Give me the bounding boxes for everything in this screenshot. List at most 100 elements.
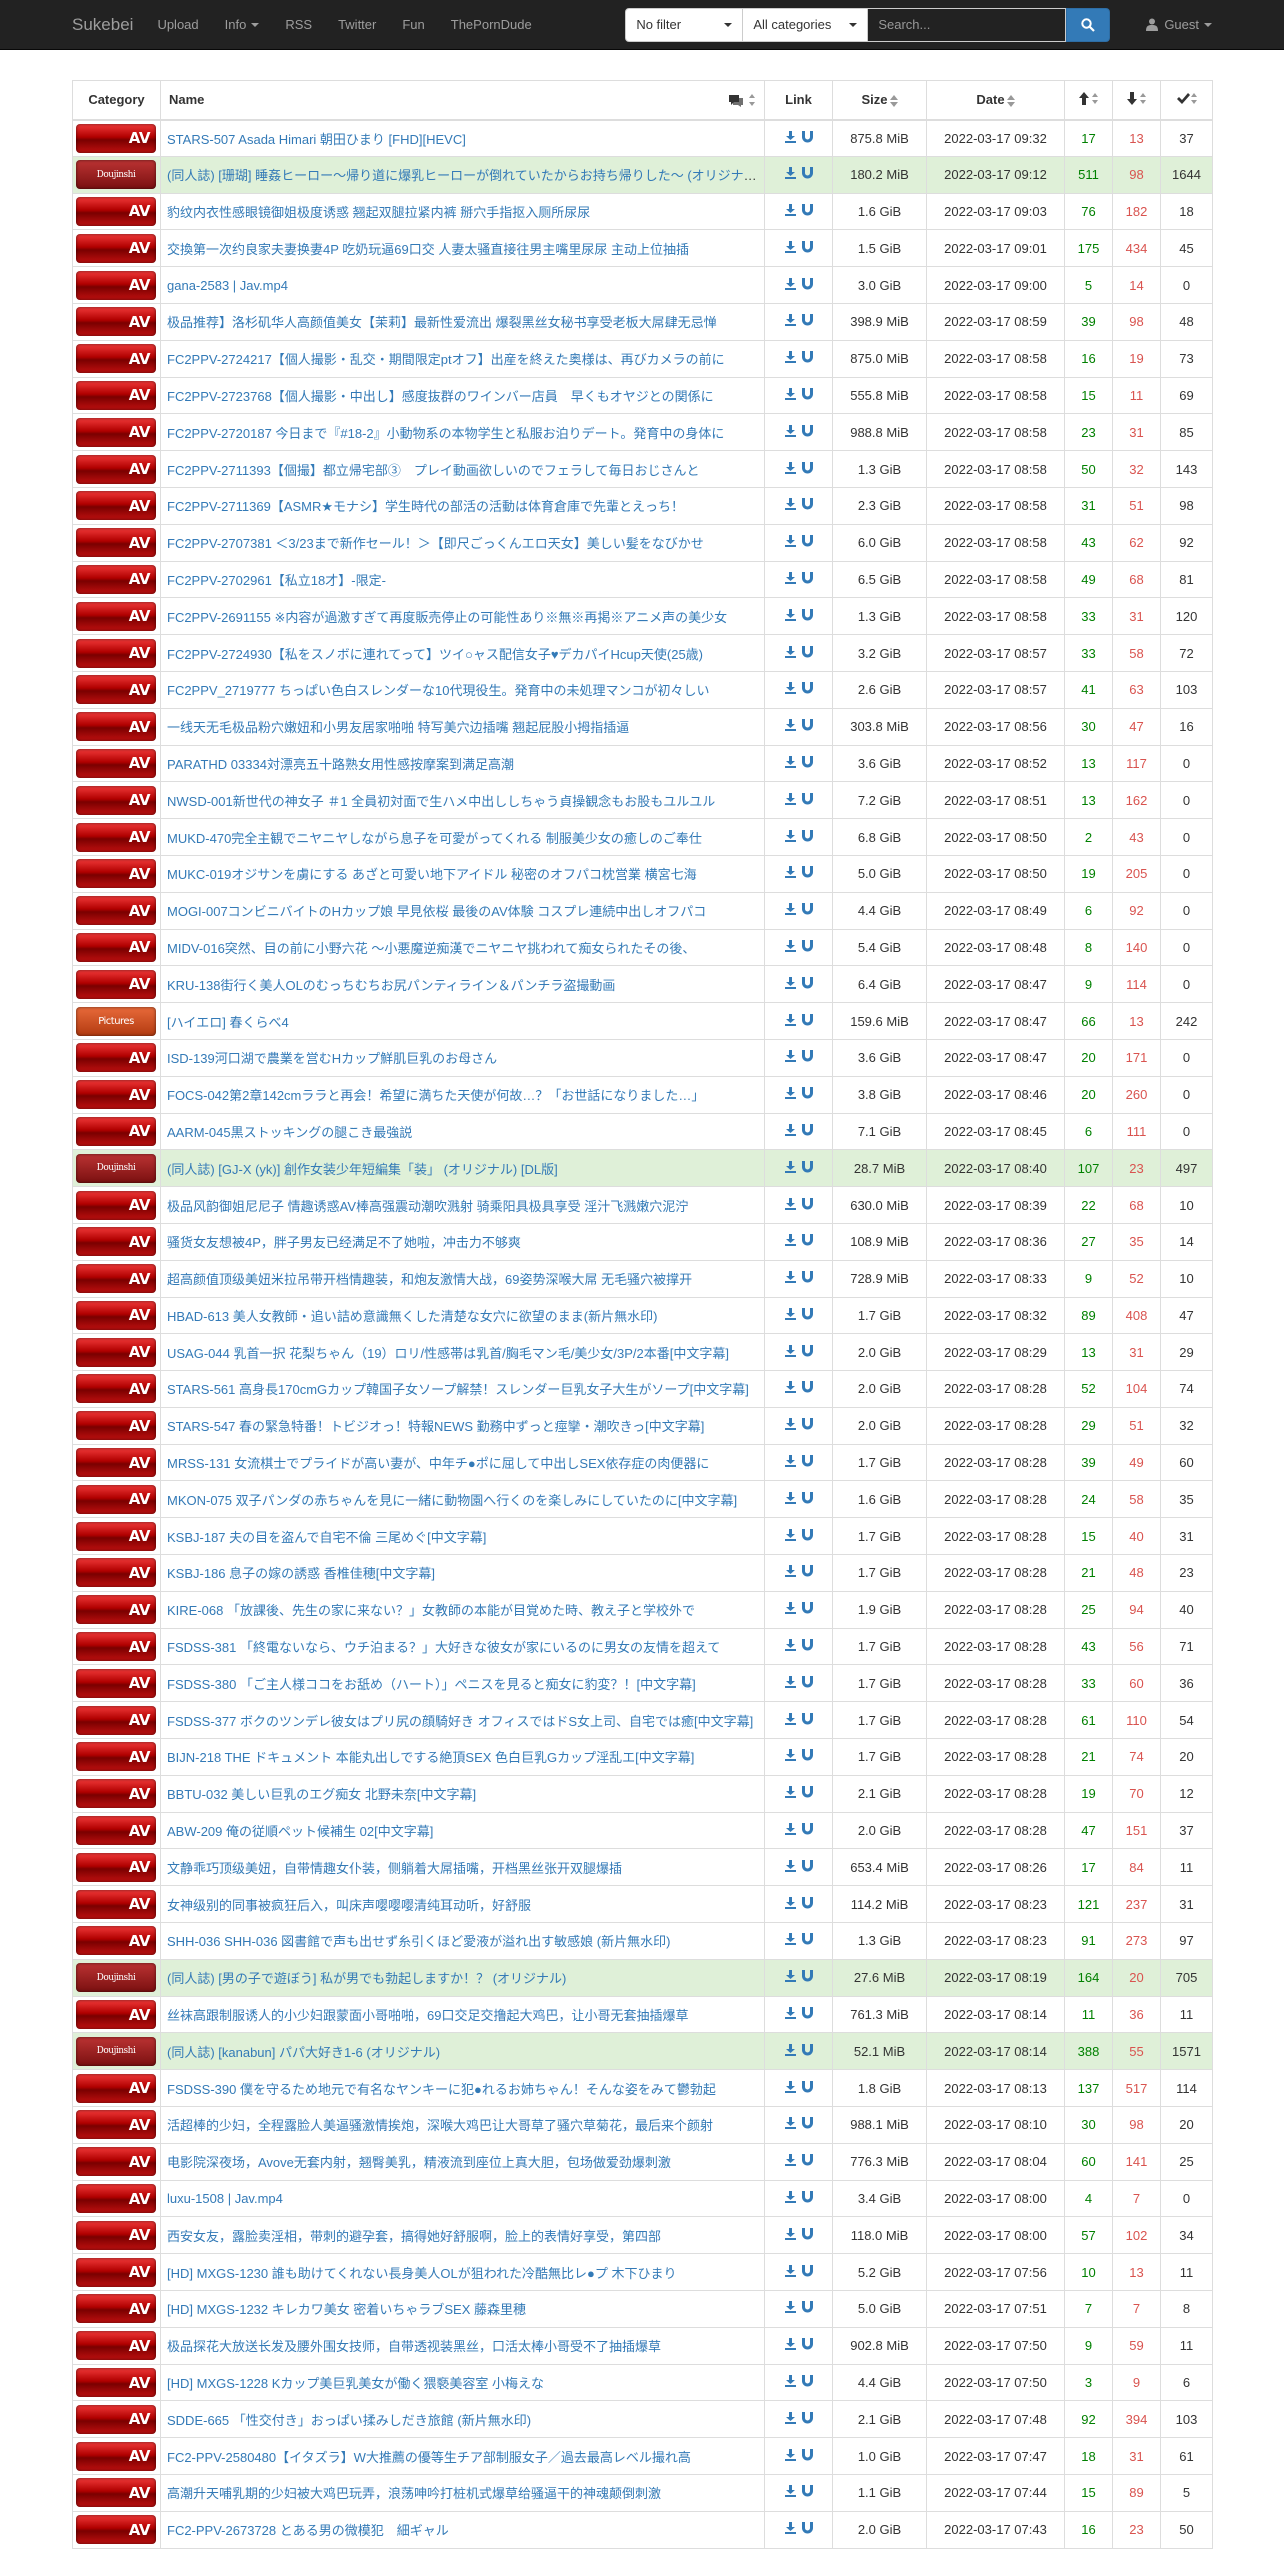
torrent-title-link[interactable]: gana-2583 | Jav.mp4	[167, 278, 288, 293]
torrent-title-link[interactable]: FSDSS-377 ボクのツンデレ彼女はプリ尻の顔騎好き オフィスではドS女上司…	[167, 1714, 753, 1729]
torrent-title-link[interactable]: FSDSS-380 「ご主人様ココをお舐め（ハート）」ペニスを見ると痴女に豹変？…	[167, 1677, 696, 1692]
magnet-icon[interactable]	[801, 571, 813, 584]
category-badge[interactable]: AV	[76, 1852, 156, 1882]
magnet-icon[interactable]	[801, 2117, 813, 2129]
torrent-title-link[interactable]: STARS-561 高身長170cmGカップ韓国子女ソープ解禁！スレンダー巨乳女…	[167, 1382, 749, 1397]
category-badge[interactable]: AV	[76, 307, 156, 337]
torrent-title-link[interactable]: 西安女友，露脸卖淫相，带刺的避孕套，搞得她好舒服啊，脸上的表情好享受，第四部	[167, 2229, 661, 2244]
category-badge[interactable]: AV	[76, 1080, 156, 1110]
magnet-icon[interactable]	[801, 755, 813, 768]
download-icon[interactable]	[784, 682, 796, 695]
category-badge[interactable]: AV	[76, 2478, 156, 2508]
col-name[interactable]: Name	[160, 80, 765, 121]
download-icon[interactable]	[784, 608, 796, 621]
magnet-icon[interactable]	[801, 1123, 813, 1136]
torrent-title-link[interactable]: PARATHD 03334対漂亮五十路熟女用性感按摩案到满足高潮	[167, 757, 514, 772]
category-badge[interactable]: AV	[76, 1448, 156, 1478]
category-badge[interactable]: Doujinshi	[76, 2036, 156, 2066]
torrent-title-link[interactable]: (同人誌) [GJ-X (yk)] 創作女装少年短編集「装」 (オリジナル) […	[167, 1162, 558, 1177]
magnet-icon[interactable]	[801, 2080, 813, 2093]
torrent-title-link[interactable]: MKON-075 双子パンダの赤ちゃんを見に一緒に動物園へ行くのを楽しみにしてい…	[167, 1493, 737, 1508]
category-badge[interactable]: AV	[76, 2073, 156, 2103]
category-badge[interactable]: AV	[76, 491, 156, 521]
torrent-title-link[interactable]: 文静乖巧顶级美妞，自带情趣女仆装，侧躺着大屌插嘴，开档黑丝张开双腿爆插	[167, 1861, 622, 1876]
category-badge[interactable]: AV	[76, 528, 156, 558]
torrent-title-link[interactable]: FC2PPV-2720187 今日まで『#18-2』小動物系の本物学生と私服お泊…	[167, 426, 724, 441]
download-icon[interactable]	[784, 755, 796, 768]
category-badge[interactable]: AV	[76, 1227, 156, 1257]
torrent-title-link[interactable]: KRU-138街行く美人OLのむっちむちお尻パンティライン＆パンチラ盗撮動画	[167, 978, 615, 993]
download-icon[interactable]	[784, 1602, 796, 1615]
magnet-icon[interactable]	[801, 1565, 813, 1577]
download-icon[interactable]	[784, 1491, 796, 1504]
category-badge[interactable]: AV	[76, 1521, 156, 1551]
download-icon[interactable]	[784, 571, 796, 584]
download-icon[interactable]	[784, 1123, 796, 1136]
comments-sort-icon[interactable]	[728, 93, 756, 110]
torrent-title-link[interactable]: FC2PPV-2723768【個人撮影・中出し】感度抜群のワインバー店員 早くも…	[167, 389, 714, 404]
download-icon[interactable]	[784, 1749, 796, 1762]
download-icon[interactable]	[784, 240, 796, 253]
magnet-icon[interactable]	[801, 1491, 813, 1504]
download-icon[interactable]	[784, 2485, 796, 2498]
category-badge[interactable]: AV	[76, 1595, 156, 1625]
magnet-icon[interactable]	[801, 498, 813, 510]
search-button[interactable]	[1066, 7, 1111, 42]
torrent-title-link[interactable]: FSDSS-381 「終電ないなら、ウチ泊まる？」大好きな彼女が家にいるのに男女…	[167, 1640, 720, 1655]
category-badge[interactable]: Doujinshi	[76, 1963, 156, 1993]
download-icon[interactable]	[784, 2264, 796, 2277]
torrent-title-link[interactable]: SHH-036 SHH-036 図書館で声も出せず糸引くほど愛液が溢れ出す敏感娘…	[167, 1934, 670, 1949]
category-badge[interactable]: AV	[76, 2000, 156, 2030]
magnet-icon[interactable]	[801, 2264, 813, 2277]
magnet-icon[interactable]	[801, 1418, 813, 1430]
download-icon[interactable]	[784, 2154, 796, 2167]
magnet-icon[interactable]	[801, 2338, 813, 2350]
torrent-title-link[interactable]: HBAD-613 美人女教師・追い詰め意識無くした清楚な女穴に欲望のまま(新片無…	[167, 1309, 657, 1324]
category-badge[interactable]: AV	[76, 1632, 156, 1662]
torrent-title-link[interactable]: KSBJ-186 息子の嫁の誘惑 香椎佳穂[中文字幕]	[167, 1566, 435, 1581]
category-badge[interactable]: AV	[76, 601, 156, 631]
download-icon[interactable]	[784, 719, 796, 732]
search-input[interactable]: Search...	[868, 7, 1067, 42]
magnet-icon[interactable]	[801, 866, 813, 878]
torrent-title-link[interactable]: USAG-044 乳首一択 花梨ちゃん（19）ロリ/性感帯は乳首/胸毛マン毛/美…	[167, 1346, 729, 1361]
category-badge[interactable]: AV	[76, 123, 156, 153]
magnet-icon[interactable]	[801, 2448, 813, 2461]
download-icon[interactable]	[784, 2522, 796, 2535]
download-icon[interactable]	[784, 535, 796, 548]
magnet-icon[interactable]	[801, 424, 813, 437]
category-badge[interactable]: AV	[76, 1043, 156, 1073]
category-badge[interactable]: AV	[76, 638, 156, 668]
torrent-title-link[interactable]: FC2PPV-2711393【個撮】都立帰宅部③ プレイ動画欲しいのでフェラして…	[167, 463, 699, 478]
magnet-icon[interactable]	[801, 976, 813, 989]
download-icon[interactable]	[784, 939, 796, 952]
magnet-icon[interactable]	[801, 1455, 813, 1467]
download-icon[interactable]	[784, 2338, 796, 2351]
col-date[interactable]: Date	[926, 80, 1065, 121]
category-badge[interactable]: AV	[76, 2110, 156, 2140]
download-icon[interactable]	[784, 1344, 796, 1357]
magnet-icon[interactable]	[801, 2375, 813, 2387]
category-badge[interactable]: AV	[76, 2368, 156, 2397]
nav-twitter[interactable]: Twitter	[338, 17, 376, 32]
magnet-icon[interactable]	[801, 314, 813, 326]
magnet-icon[interactable]	[801, 1344, 813, 1357]
magnet-icon[interactable]	[801, 829, 813, 842]
magnet-icon[interactable]	[801, 2154, 813, 2166]
category-badge[interactable]: AV	[76, 896, 156, 926]
download-icon[interactable]	[784, 903, 796, 916]
torrent-title-link[interactable]: FC2PPV-2702961【私立18才】-限定-	[167, 573, 386, 588]
magnet-icon[interactable]	[801, 719, 813, 731]
magnet-icon[interactable]	[801, 1749, 813, 1761]
magnet-icon[interactable]	[801, 645, 813, 658]
magnet-icon[interactable]	[801, 167, 813, 179]
category-badge[interactable]: AV	[76, 969, 156, 999]
category-badge[interactable]: AV	[76, 1779, 156, 1809]
download-icon[interactable]	[784, 1418, 796, 1431]
download-icon[interactable]	[784, 1712, 796, 1725]
magnet-icon[interactable]	[801, 240, 813, 253]
torrent-title-link[interactable]: BIJN-218 THE ドキュメント 本能丸出しでする絶頂SEX 色白巨乳Gカ…	[167, 1750, 694, 1765]
download-icon[interactable]	[784, 1933, 796, 1946]
magnet-icon[interactable]	[801, 792, 813, 805]
category-badge[interactable]: AV	[76, 1668, 156, 1698]
